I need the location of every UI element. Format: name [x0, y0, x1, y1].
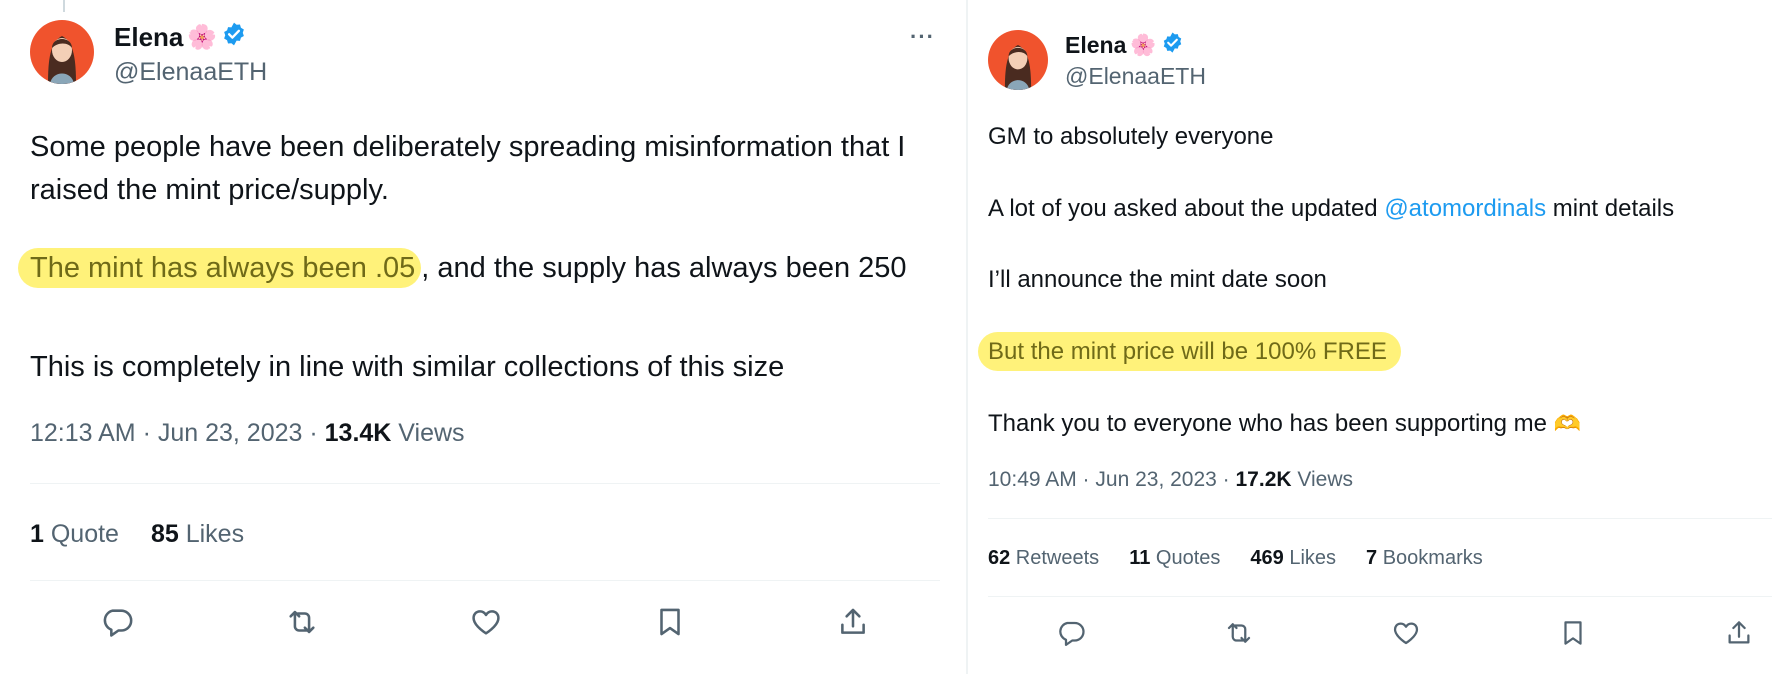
- tweet-right: Elena 🌸 @ElenaaETH GM to absolutely ever…: [968, 0, 1772, 674]
- highlighted-text: The mint has always been .05: [18, 248, 422, 288]
- tweet-text-line-3: I’ll announce the mint date soon: [988, 266, 1327, 293]
- tweet-text-line-2: A lot of you asked about the updated @at…: [988, 195, 1674, 223]
- quotes-count: 1: [30, 520, 44, 548]
- author-name[interactable]: Elena: [1065, 32, 1126, 59]
- likes-count: 85: [150, 520, 179, 548]
- likes-count: 469: [1250, 547, 1284, 569]
- bookmarks-stat[interactable]: 7 Bookmarks: [1366, 547, 1483, 570]
- thread-line: [63, 0, 65, 12]
- meta-separator: ·: [302, 419, 325, 447]
- retweets-count: 62: [988, 547, 1011, 569]
- quotes-stat[interactable]: 1 Quote: [30, 520, 119, 549]
- tweet-text-line-5: Thank you to everyone who has been suppo…: [988, 410, 1581, 438]
- tweet-text-line-2: raised the mint price/supply.: [30, 174, 389, 206]
- likes-label: Likes: [1283, 547, 1337, 569]
- likes-stat[interactable]: 85 Likes: [151, 520, 244, 549]
- avatar[interactable]: [988, 30, 1048, 90]
- divider: [988, 518, 1772, 519]
- timestamp[interactable]: 10:49 AM · Jun 23, 2023: [988, 468, 1217, 491]
- divider: [30, 580, 940, 581]
- retweets-label: Retweets: [1010, 547, 1100, 569]
- tweet-text-line-3-rest: , and the supply has always been 250: [421, 252, 907, 284]
- bookmark-icon[interactable]: [1558, 618, 1588, 648]
- tweet-text-line-2-post: mint details: [1546, 195, 1675, 222]
- timestamp[interactable]: 12:13 AM · Jun 23, 2023: [30, 419, 302, 447]
- author-handle[interactable]: @ElenaaETH: [1065, 63, 1206, 90]
- bookmarks-count: 7: [1366, 547, 1378, 569]
- tweet-stats: 1 Quote 85 Likes: [30, 520, 244, 549]
- tweet-text-line-4: But the mint price will be 100% FREE: [978, 332, 1401, 371]
- cherry-blossom-emoji: 🌸: [187, 24, 218, 51]
- tweet-text-line-1: GM to absolutely everyone: [988, 123, 1274, 150]
- more-options-icon[interactable]: ···: [910, 24, 935, 50]
- author-name[interactable]: Elena: [114, 22, 183, 53]
- tweet-text-line-1: Some people have been deliberately sprea…: [30, 131, 906, 163]
- retweet-icon[interactable]: [1223, 618, 1255, 648]
- action-bar: [1056, 615, 1754, 651]
- quotes-label: Quote: [43, 520, 119, 548]
- tweet-left: Elena 🌸 @ElenaaETH ··· Some people have …: [0, 0, 968, 674]
- action-bar: [100, 602, 870, 642]
- author-name-row[interactable]: Elena 🌸: [114, 21, 247, 54]
- views-count: 17.2K: [1235, 468, 1292, 491]
- tweet-meta: 10:49 AM · Jun 23, 2023 · 17.2K Views: [988, 468, 1353, 492]
- reply-icon[interactable]: [1056, 618, 1086, 648]
- retweets-stat[interactable]: 62 Retweets: [988, 547, 1099, 570]
- avatar-image: [988, 30, 1048, 90]
- quotes-label: Quotes: [1150, 547, 1221, 569]
- author-handle[interactable]: @ElenaaETH: [114, 58, 267, 87]
- like-icon[interactable]: [1391, 618, 1421, 648]
- views-count: 13.4K: [324, 419, 392, 447]
- highlighted-text: But the mint price will be 100% FREE: [978, 332, 1401, 371]
- divider: [988, 596, 1772, 597]
- share-icon[interactable]: [836, 605, 870, 639]
- verified-badge-icon: [1161, 31, 1184, 60]
- bookmark-icon[interactable]: [653, 605, 687, 639]
- author-name-row[interactable]: Elena 🌸: [1065, 31, 1184, 60]
- avatar[interactable]: [30, 20, 94, 84]
- bookmarks-label: Bookmarks: [1377, 547, 1483, 569]
- likes-stat[interactable]: 469 Likes: [1250, 547, 1336, 570]
- retweet-icon[interactable]: [284, 605, 320, 639]
- share-icon[interactable]: [1724, 618, 1754, 648]
- tweet-text-line-2-pre: A lot of you asked about the updated: [988, 195, 1385, 222]
- tweet-text-line-5-text: Thank you to everyone who has been suppo…: [988, 410, 1548, 437]
- verified-badge-icon: [221, 21, 247, 54]
- reply-icon[interactable]: [100, 605, 134, 639]
- tweet-text-line-3: The mint has always been .05, and the su…: [18, 248, 907, 288]
- heart-hands-emoji: 🫶: [1553, 411, 1582, 436]
- tweet-text-line-4: This is completely in line with similar …: [30, 351, 785, 383]
- meta-separator: ·: [1216, 468, 1236, 491]
- tweet-meta: 12:13 AM · Jun 23, 2023 · 13.4K Views: [30, 419, 465, 448]
- like-icon[interactable]: [469, 605, 503, 639]
- avatar-image: [30, 20, 94, 84]
- quotes-stat[interactable]: 11 Quotes: [1129, 547, 1220, 570]
- mention-link[interactable]: @atomordinals: [1384, 195, 1546, 222]
- views-label: Views: [1291, 468, 1354, 491]
- quotes-count: 11: [1129, 547, 1151, 569]
- likes-label: Likes: [178, 520, 245, 548]
- cherry-blossom-emoji: 🌸: [1130, 33, 1157, 57]
- tweet-stats: 62 Retweets 11 Quotes 469 Likes 7 Bookma…: [988, 547, 1483, 570]
- views-label: Views: [391, 419, 465, 447]
- divider: [30, 483, 940, 484]
